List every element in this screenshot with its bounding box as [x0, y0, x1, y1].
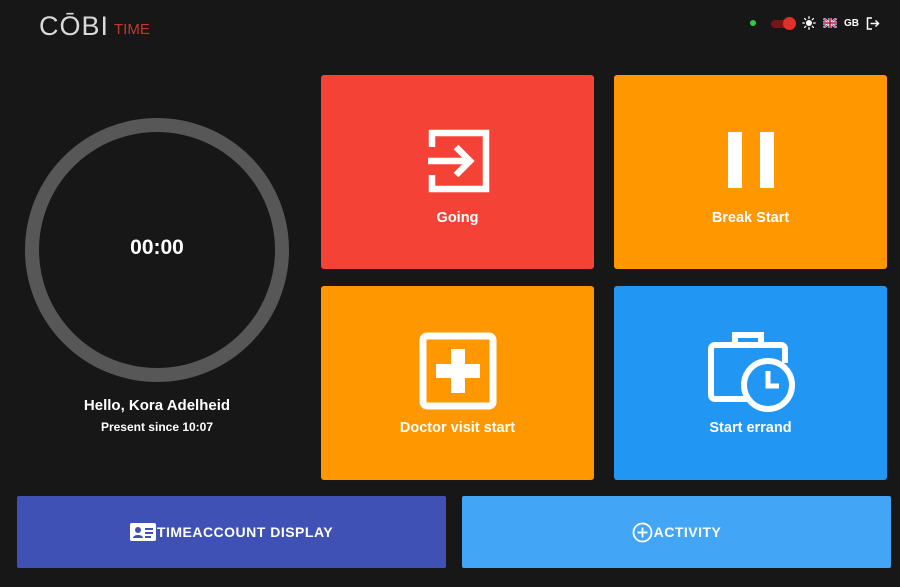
timer-value: 00:00: [130, 236, 184, 259]
break-start-button[interactable]: Break Start: [614, 75, 887, 269]
break-start-label: Break Start: [711, 210, 790, 226]
plus-circle-icon: [632, 522, 653, 543]
activity-button[interactable]: ACTIVITY: [462, 496, 891, 568]
uk-flag-icon[interactable]: [823, 18, 837, 28]
logo-sub-text: TIME: [114, 21, 150, 38]
greeting-text: Hello, Kora Adelheid: [83, 397, 231, 414]
start-errand-label: Start errand: [709, 420, 792, 436]
online-status-icon: [750, 20, 756, 26]
app-logo: CŌBI TIME: [39, 10, 150, 40]
sun-icon[interactable]: [802, 16, 816, 30]
logout-icon[interactable]: [866, 16, 880, 30]
pause-icon: [726, 132, 776, 193]
app-root: CŌBI TIME GB 00:00 Hello, Kora Adelheid …: [0, 0, 900, 587]
header-status-bar: GB: [750, 14, 880, 32]
language-code[interactable]: GB: [844, 18, 859, 29]
enter-icon: [422, 125, 494, 202]
doctor-visit-start-button[interactable]: Doctor visit start: [321, 286, 594, 480]
activity-label: ACTIVITY: [653, 524, 722, 540]
start-errand-button[interactable]: Start errand: [614, 286, 887, 480]
medical-cross-icon: [419, 332, 497, 415]
id-card-icon: [129, 523, 156, 541]
doctor-visit-start-label: Doctor visit start: [399, 420, 516, 436]
briefcase-clock-icon: [707, 329, 795, 418]
present-since-text: Present since 10:07: [100, 420, 214, 434]
timeaccount-display-label: TIMEACCOUNT DISPLAY: [156, 524, 334, 540]
going-label: Going: [436, 210, 479, 226]
logo-main-text: CŌBI: [39, 11, 110, 41]
going-button[interactable]: Going: [321, 75, 594, 269]
mode-toggle[interactable]: [771, 16, 796, 30]
timeaccount-display-button[interactable]: TIMEACCOUNT DISPLAY: [17, 496, 446, 568]
